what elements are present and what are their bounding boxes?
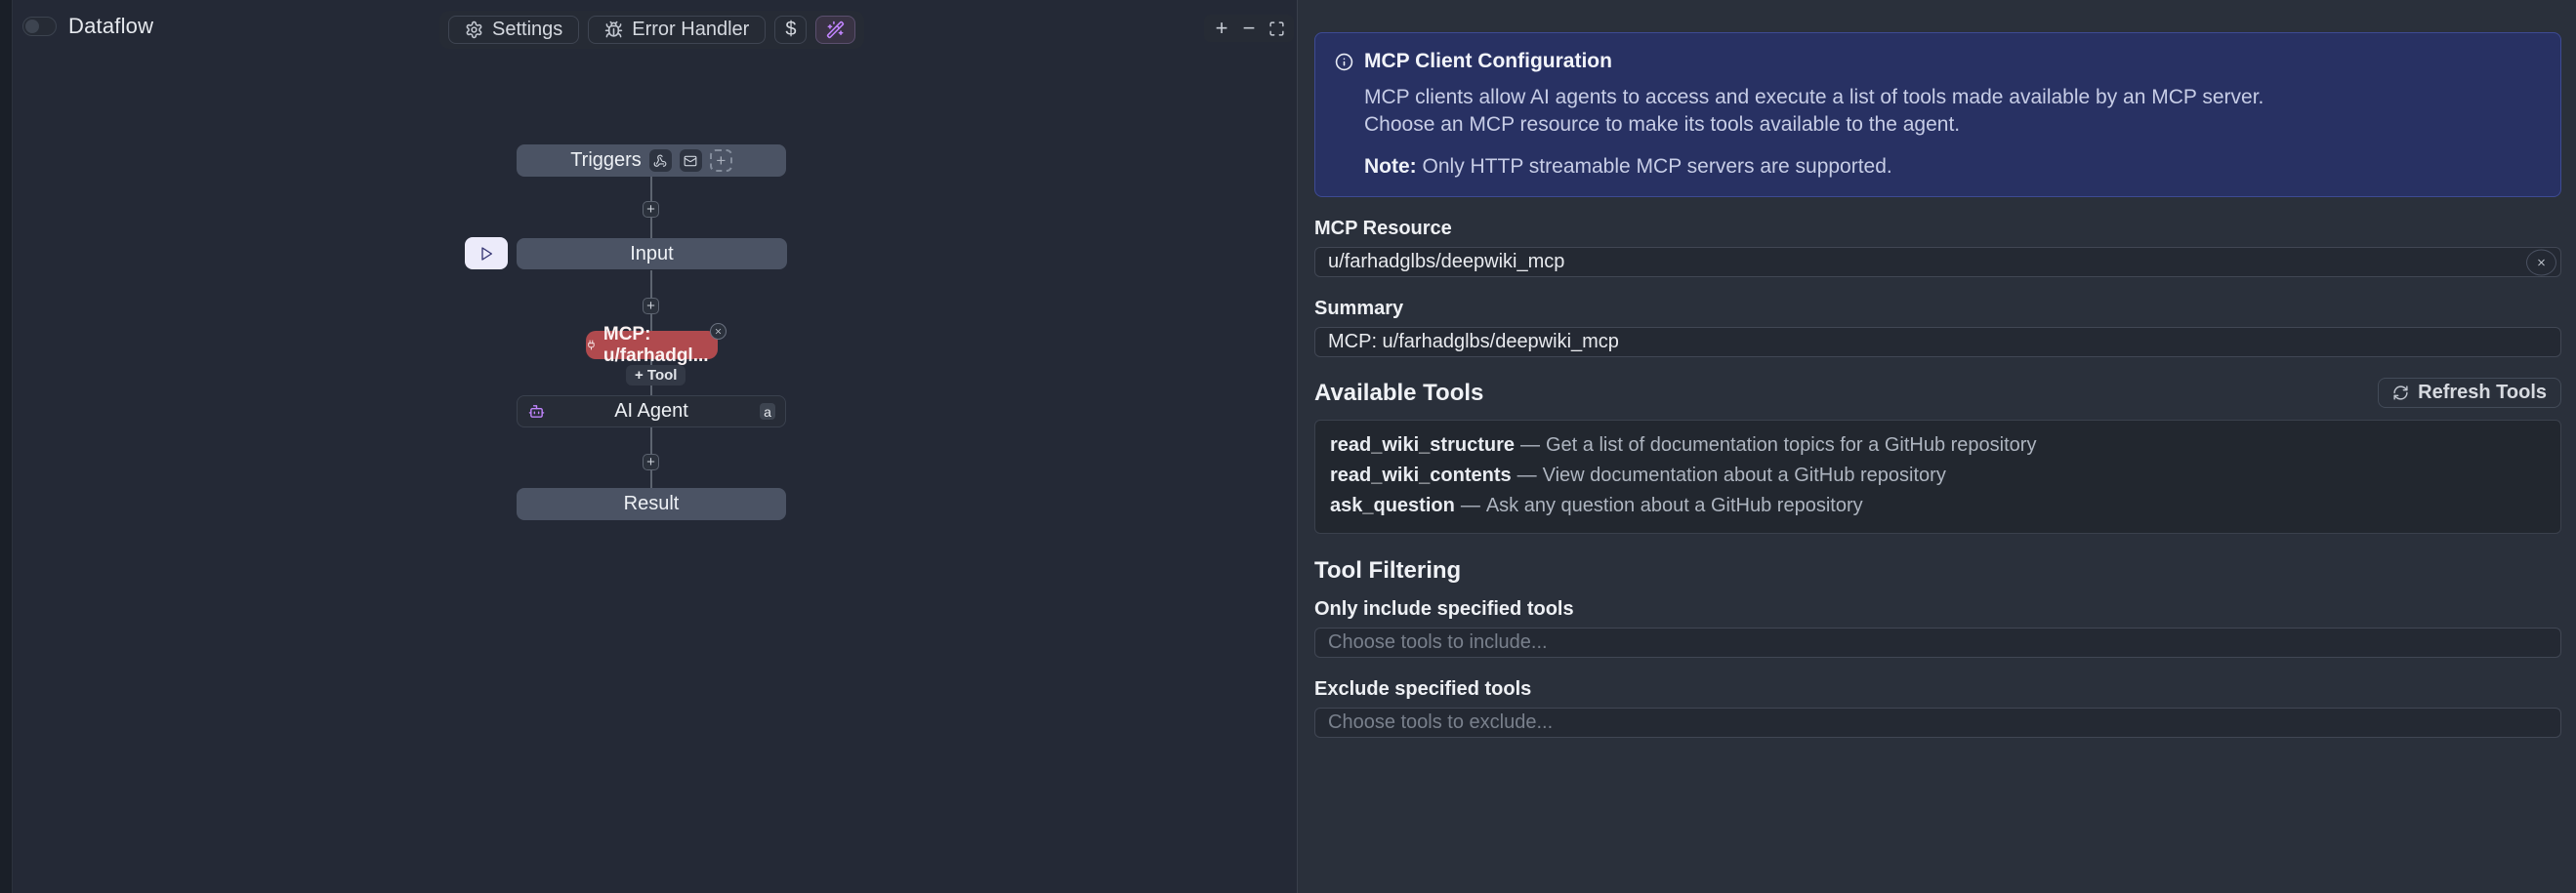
available-tools-heading: Available Tools	[1314, 380, 1483, 407]
tool-separator: —	[1517, 465, 1537, 486]
info-icon	[1335, 53, 1353, 71]
dollar-button[interactable]: $	[774, 16, 807, 44]
flow-header: Dataflow	[22, 14, 153, 39]
mcp-node-label: MCP: u/farhadgl...	[603, 324, 718, 367]
magic-wand-icon	[826, 20, 845, 39]
tool-name: read_wiki_structure	[1330, 434, 1515, 456]
toggle-knob	[25, 20, 39, 33]
insert-step-button-2[interactable]: +	[643, 298, 659, 314]
node-mcp-tool[interactable]: MCP: u/farhadgl...	[586, 331, 718, 359]
tool-separator: —	[1520, 434, 1540, 456]
summary-input[interactable]	[1314, 327, 2561, 357]
remove-mcp-button[interactable]	[710, 323, 727, 340]
ai-agent-label: AI Agent	[614, 400, 688, 423]
ai-agent-id-badge: a	[760, 403, 775, 420]
dataflow-label: Dataflow	[68, 14, 153, 39]
tool-name: ask_question	[1330, 495, 1455, 516]
mcp-config-panel: MCP Client Configuration MCP clients all…	[1297, 0, 2576, 893]
info-note-label: Note:	[1364, 155, 1417, 178]
include-tools-input[interactable]	[1314, 628, 2561, 658]
webhook-icon	[653, 154, 667, 168]
tool-description: Get a list of documentation topics for a…	[1546, 434, 2036, 456]
robot-icon	[528, 403, 545, 420]
mcp-resource-label: MCP Resource	[1314, 218, 2561, 240]
mcp-resource-input[interactable]	[1314, 247, 2561, 277]
exclude-tools-label: Exclude specified tools	[1314, 678, 2561, 701]
gear-icon	[465, 20, 483, 39]
tool-row: read_wiki_structure— Get a list of docume…	[1330, 430, 2546, 461]
settings-label: Settings	[492, 19, 562, 41]
bug-icon	[604, 20, 623, 39]
tool-filtering-heading: Tool Filtering	[1314, 557, 2561, 585]
clear-resource-button[interactable]	[2526, 249, 2556, 275]
node-input[interactable]: Input	[517, 238, 787, 269]
dataflow-toggle[interactable]	[22, 17, 57, 36]
refresh-tools-button[interactable]: Refresh Tools	[2378, 378, 2561, 408]
error-handler-button[interactable]: Error Handler	[588, 16, 766, 44]
node-result[interactable]: Result	[517, 488, 786, 520]
error-handler-label: Error Handler	[632, 19, 749, 41]
zoom-in-button[interactable]: +	[1210, 17, 1233, 40]
info-note-text: Only HTTP streamable MCP servers are sup…	[1423, 155, 1892, 178]
include-tools-label: Only include specified tools	[1314, 598, 2561, 621]
insert-step-button-3[interactable]: +	[643, 454, 659, 470]
triggers-label: Triggers	[570, 149, 642, 172]
summary-label: Summary	[1314, 298, 2561, 320]
insert-step-button-1[interactable]: +	[643, 201, 659, 218]
settings-button[interactable]: Settings	[448, 16, 579, 44]
tool-description: Ask any question about a GitHub reposito…	[1486, 495, 1863, 516]
flow-toolbar: Settings Error Handler $	[439, 11, 864, 49]
tool-row: read_wiki_contents— View documentation ab…	[1330, 461, 2546, 491]
refresh-icon	[2392, 385, 2409, 401]
collapsed-sidebar-rail[interactable]	[0, 0, 13, 893]
zoom-out-button[interactable]: −	[1237, 17, 1261, 40]
ai-assistant-button[interactable]	[815, 16, 855, 44]
add-trigger-button[interactable]: +	[710, 149, 732, 172]
fit-view-button[interactable]	[1265, 17, 1288, 40]
info-banner-line1: MCP clients allow AI agents to access an…	[1364, 84, 2541, 111]
plug-icon	[586, 338, 597, 352]
input-node-label: Input	[630, 243, 673, 265]
canvas-zoom-controls: + −	[1204, 15, 1294, 42]
mail-icon	[684, 154, 697, 168]
run-flow-button[interactable]	[465, 237, 508, 269]
info-banner-line2: Choose an MCP resource to make its tools…	[1364, 111, 2541, 139]
tool-description: View documentation about a GitHub reposi…	[1543, 465, 1946, 486]
email-trigger-button[interactable]	[680, 149, 702, 172]
node-triggers[interactable]: Triggers +	[517, 144, 786, 177]
dollar-label: $	[785, 19, 796, 41]
result-node-label: Result	[624, 493, 680, 515]
mcp-info-banner: MCP Client Configuration MCP clients all…	[1314, 32, 2561, 197]
node-ai-agent[interactable]: AI Agent a	[517, 395, 786, 427]
fullscreen-icon	[1268, 20, 1285, 37]
refresh-tools-label: Refresh Tools	[2418, 382, 2547, 404]
tool-row: ask_question — Ask any question about a Gi…	[1330, 491, 2546, 521]
webhook-trigger-button[interactable]	[649, 149, 672, 172]
flow-canvas[interactable]: Dataflow Settings Error Handler $ + − Tr…	[0, 0, 1297, 893]
play-icon	[478, 246, 494, 262]
tool-name: read_wiki_contents	[1330, 465, 1512, 486]
close-icon	[714, 327, 723, 336]
tool-separator: —	[1461, 495, 1480, 516]
add-tool-button[interactable]: + Tool	[626, 365, 686, 386]
exclude-tools-input[interactable]	[1314, 708, 2561, 738]
available-tools-list: read_wiki_structure—Get a list of docume…	[1314, 420, 2561, 534]
close-icon	[2536, 257, 2547, 267]
info-banner-title: MCP Client Configuration	[1364, 50, 1612, 73]
